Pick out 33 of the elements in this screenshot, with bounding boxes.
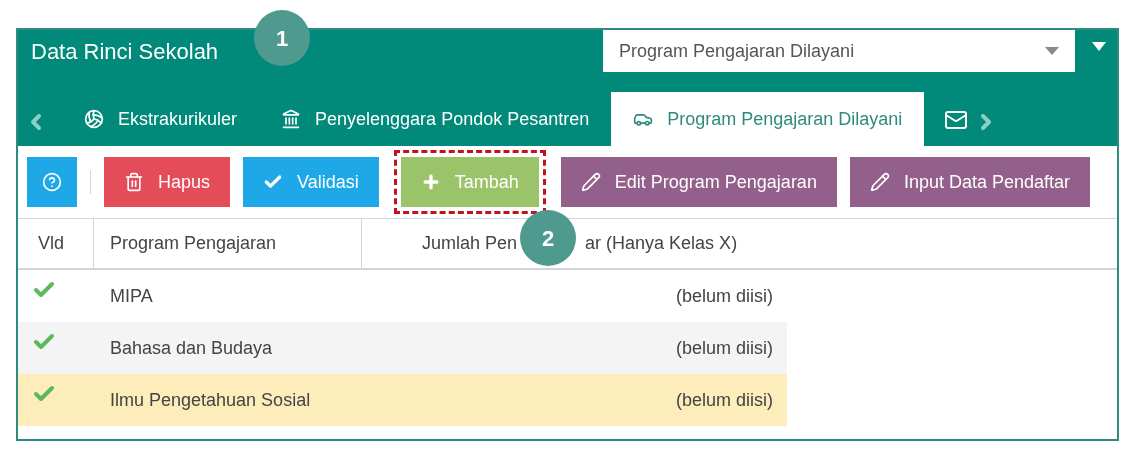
caret-icon [1045, 47, 1059, 55]
toolbar-button[interactable]: Hapus [104, 157, 231, 207]
step-badge: 2 [520, 210, 576, 266]
bank-icon [281, 109, 302, 129]
mail-icon[interactable] [944, 108, 969, 132]
help-icon [42, 172, 62, 192]
column-header: Jumlah Pen [422, 232, 518, 255]
tab[interactable]: Program Pengajaran Dilayani [611, 92, 925, 146]
tab[interactable]: Penyelenggara Pondok Pesantren [259, 92, 612, 146]
toolbar-button[interactable]: Validasi [243, 157, 379, 207]
ball-icon [84, 109, 104, 129]
section-dropdown[interactable]: Program Pengajaran Dilayani [603, 30, 1075, 72]
pencil-icon [580, 172, 601, 192]
pencil-icon [869, 172, 890, 192]
table-row[interactable]: Ilmu Pengetahuan Sosial (belum diisi) [18, 374, 787, 426]
table-cell-text: (belum diisi) [674, 284, 774, 308]
step-badge: 1 [254, 10, 310, 66]
table-cell-text: (belum diisi) [674, 388, 774, 412]
table-cell-text: Bahasa dan Budaya [109, 336, 274, 360]
table-cell-text: (belum diisi) [674, 336, 774, 360]
table-cell-text: MIPA [109, 284, 154, 308]
tab[interactable]: Ekstrakurikuler [68, 92, 260, 146]
help-button[interactable] [27, 157, 77, 207]
toolbar-button[interactable]: Edit Program Pengajaran [560, 157, 837, 207]
toolbar-button[interactable]: Input Data Pendaftar [849, 157, 1091, 207]
column-header: Program Pengajaran [94, 219, 362, 268]
table-cell-text: Ilmu Pengetahuan Sosial [109, 388, 312, 412]
trash-icon [124, 172, 144, 192]
panel-title: Data Rinci Sekolah [31, 38, 219, 66]
column-header: Vld [18, 219, 94, 268]
table-row[interactable]: Bahasa dan Budaya (belum diisi) [18, 322, 787, 374]
caret-icon[interactable] [1092, 42, 1106, 51]
column-header: ar (Hanya Kelas X) [585, 232, 738, 255]
